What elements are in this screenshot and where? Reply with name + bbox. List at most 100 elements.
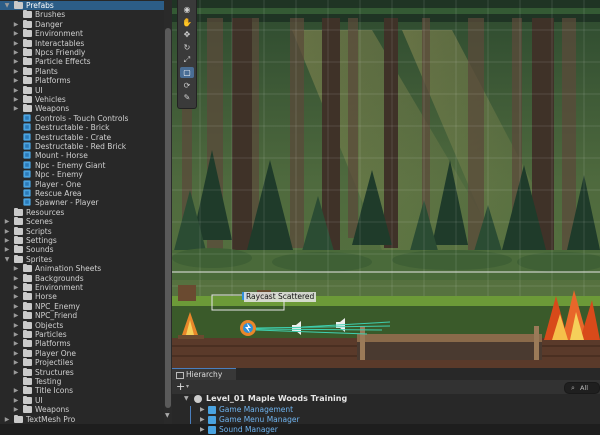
project-item[interactable]: ▼ Prefabs [0,1,164,10]
chevron-right-icon[interactable]: ▶ [13,292,19,301]
scroll-down-arrow-icon[interactable]: ▼ [165,412,170,419]
chevron-down-icon[interactable]: ▾ [186,380,189,394]
project-item[interactable]: ▶ Player One [0,348,164,358]
project-item[interactable]: ▶ Scripts [0,226,164,236]
chevron-right-icon[interactable]: ▶ [4,236,10,245]
chevron-right-icon[interactable]: ▶ [13,405,19,414]
project-item[interactable]: ▶ Weapons [0,405,164,414]
scene-canvas[interactable] [172,0,600,368]
project-item[interactable]: ▶ Particles [0,330,164,339]
project-item[interactable]: ▶ Vehicles [0,95,164,104]
chevron-down-icon[interactable]: ▼ [4,1,10,10]
chevron-right-icon[interactable]: ▶ [13,368,19,377]
scale-tool-button[interactable]: ⤢ [180,54,194,65]
chevron-right-icon[interactable]: ▶ [13,358,19,367]
chevron-right-icon[interactable]: ▶ [13,48,19,57]
project-item[interactable]: ▶ Title Icons [0,386,164,395]
project-item[interactable]: ▶ Environment [0,29,164,38]
project-item[interactable]: Testing [0,377,164,386]
chevron-right-icon[interactable]: ▶ [13,29,19,38]
custom-tool-button[interactable]: ✎ [180,92,194,103]
project-item[interactable]: ▶ Interactables [0,38,164,48]
chevron-right-icon[interactable]: ▶ [13,396,19,405]
chevron-down-icon[interactable]: ▼ [4,255,10,264]
project-item[interactable]: Rescue Area [0,189,164,198]
chevron-right-icon[interactable]: ▶ [13,274,19,283]
project-item[interactable]: Destructable - Brick [0,123,164,132]
project-item[interactable]: ▶ NPC_Friend [0,311,164,320]
move-tool-button[interactable]: ✥ [180,29,194,40]
project-item[interactable]: ▶ UI [0,85,164,95]
project-item-label: UI [35,395,43,405]
project-item[interactable]: ▶ Horse [0,292,164,301]
project-item[interactable]: ▶ Animation Sheets [0,264,164,273]
chevron-right-icon[interactable]: ▶ [13,67,19,76]
chevron-right-icon[interactable]: ▶ [4,217,10,226]
chevron-down-icon[interactable]: ▼ [184,394,189,404]
project-item[interactable]: ▶ Structures [0,367,164,377]
rect-tool-button[interactable]: ▢ [180,67,194,78]
project-item[interactable]: ▶ Environment [0,283,164,292]
chevron-right-icon[interactable]: ▶ [13,311,19,320]
project-item[interactable]: ▶ Particle Effects [0,57,164,66]
project-item[interactable]: Destructable - Crate [0,133,164,142]
chevron-right-icon[interactable]: ▶ [13,104,19,113]
project-scrollbar[interactable]: ▼ [164,0,172,424]
project-item[interactable]: Player - One [0,180,164,189]
scene-view[interactable]: ◉ ✋ ✥ ↻ ⤢ ▢ ⟳ ✎ Raycast Scattered [172,0,600,368]
project-item-label: Weapons [35,405,70,415]
project-item[interactable]: ▶ Backgrounds [0,273,164,283]
project-item[interactable]: ▶ Npcs Friendly [0,48,164,57]
chevron-right-icon[interactable]: ▶ [13,386,19,395]
chevron-right-icon[interactable]: ▶ [4,227,10,236]
project-item[interactable]: Mount - Horse [0,151,164,160]
project-item[interactable]: ▶ Platforms [0,339,164,348]
hand-tool-button[interactable]: ✋ [180,17,194,28]
project-item[interactable]: ▶ Platforms [0,76,164,85]
project-item[interactable]: Npc - Enemy [0,170,164,179]
chevron-right-icon[interactable]: ▶ [13,86,19,95]
project-item[interactable]: Resources [0,207,164,217]
chevron-right-icon[interactable]: ▶ [200,405,205,415]
project-item[interactable]: ▶ Scenes [0,217,164,226]
project-item[interactable]: Spawner - Player [0,198,164,207]
chevron-right-icon[interactable]: ▶ [13,20,19,29]
project-item[interactable]: Npc - Enemy Giant [0,161,164,170]
chevron-right-icon[interactable]: ▶ [13,330,19,339]
project-item[interactable]: Controls - Touch Controls [0,114,164,123]
add-button[interactable]: + [176,380,185,394]
chevron-right-icon[interactable]: ▶ [200,425,205,435]
view-tool-button[interactable]: ◉ [180,4,194,15]
project-item[interactable]: ▶ Projectiles [0,358,164,367]
project-item[interactable]: ▶ Weapons [0,104,164,113]
project-item[interactable]: Brushes [0,10,164,19]
chevron-right-icon[interactable]: ▶ [13,57,19,66]
project-item[interactable]: Destructable - Red Brick [0,142,164,151]
chevron-right-icon[interactable]: ▶ [13,283,19,292]
project-item[interactable]: ▶ Sounds [0,245,164,254]
chevron-right-icon[interactable]: ▶ [13,264,19,273]
hierarchy-search-input[interactable]: ⌕ All [564,382,600,394]
chevron-right-icon[interactable]: ▶ [13,349,19,358]
chevron-right-icon[interactable]: ▶ [4,245,10,254]
project-item[interactable]: ▶ Objects [0,320,164,330]
project-item[interactable]: ▶ TextMesh Pro [0,414,164,424]
chevron-right-icon[interactable]: ▶ [13,339,19,348]
project-item[interactable]: ▶ UI [0,395,164,405]
project-item[interactable]: ▶ Settings [0,236,164,245]
project-item[interactable]: ▼ Sprites [0,254,164,264]
chevron-right-icon[interactable]: ▶ [13,39,19,48]
transform-tool-button[interactable]: ⟳ [180,80,194,91]
chevron-right-icon[interactable]: ▶ [13,76,19,85]
chevron-right-icon[interactable]: ▶ [4,415,10,424]
chevron-right-icon[interactable]: ▶ [13,95,19,104]
chevron-right-icon[interactable]: ▶ [13,302,19,311]
prefab-icon [23,123,31,131]
project-item[interactable]: ▶ NPC_Enemy [0,301,164,311]
project-item[interactable]: ▶ Danger [0,19,164,29]
project-scroll-thumb[interactable] [165,28,171,408]
rotate-tool-button[interactable]: ↻ [180,42,194,53]
chevron-right-icon[interactable]: ▶ [13,321,19,330]
project-item[interactable]: ▶ Plants [0,66,164,76]
folder-icon [14,217,23,226]
